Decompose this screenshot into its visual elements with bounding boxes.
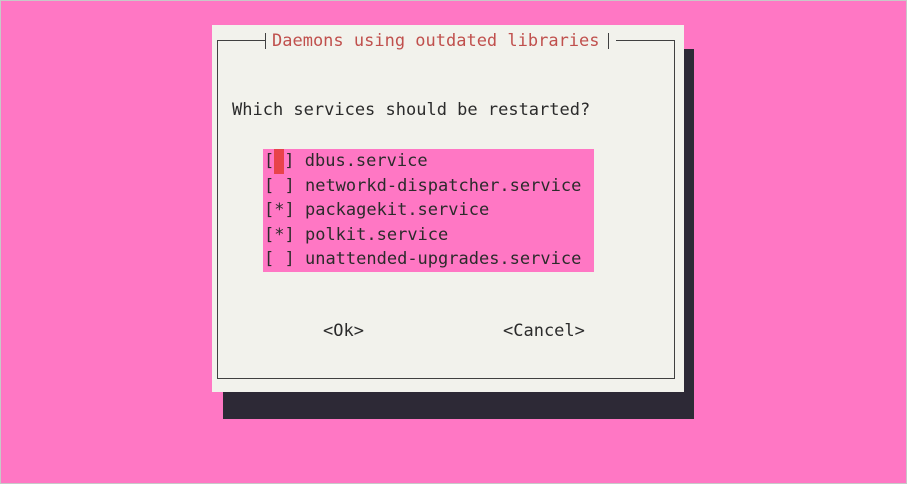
restart-services-dialog: Daemons using outdated libraries Which s… xyxy=(212,25,684,392)
service-checkbox[interactable]: [ ] xyxy=(264,149,295,174)
service-option-packagekit[interactable]: [*] packagekit.service xyxy=(263,198,594,223)
service-name: networkd-dispatcher.service xyxy=(304,175,582,196)
title-divider-left xyxy=(265,33,266,49)
dialog-title-text: Daemons using outdated libraries xyxy=(272,31,600,51)
service-name: dbus.service xyxy=(304,151,428,171)
cancel-button[interactable]: <Cancel> xyxy=(503,321,585,341)
service-name: unattended-upgrades.service xyxy=(304,249,582,270)
service-name: packagekit.service xyxy=(304,200,490,221)
service-option-dbus[interactable]: [ ] dbus.service xyxy=(263,149,594,174)
service-name: polkit.service xyxy=(304,224,449,245)
service-option-polkit[interactable]: [*] polkit.service xyxy=(263,223,594,248)
dialog-title: Daemons using outdated libraries xyxy=(265,28,616,54)
service-checkbox[interactable]: [*] xyxy=(264,200,295,220)
service-option-unattended-upgrades[interactable]: [ ] unattended-upgrades.service xyxy=(263,247,594,272)
title-divider-right xyxy=(607,33,609,49)
ok-button[interactable]: <Ok> xyxy=(323,321,364,341)
service-checkbox[interactable]: [ ] xyxy=(264,249,295,269)
terminal-screen: Daemons using outdated libraries Which s… xyxy=(0,0,907,484)
services-checklist: [ ] dbus.service [ ] networkd-dispatcher… xyxy=(263,149,594,272)
service-option-networkd-dispatcher[interactable]: [ ] networkd-dispatcher.service xyxy=(263,174,594,199)
service-checkbox[interactable]: [ ] xyxy=(264,176,295,196)
focus-cursor xyxy=(274,149,285,174)
question-text: Which services should be restarted? xyxy=(232,100,591,120)
service-checkbox[interactable]: [*] xyxy=(264,225,295,245)
